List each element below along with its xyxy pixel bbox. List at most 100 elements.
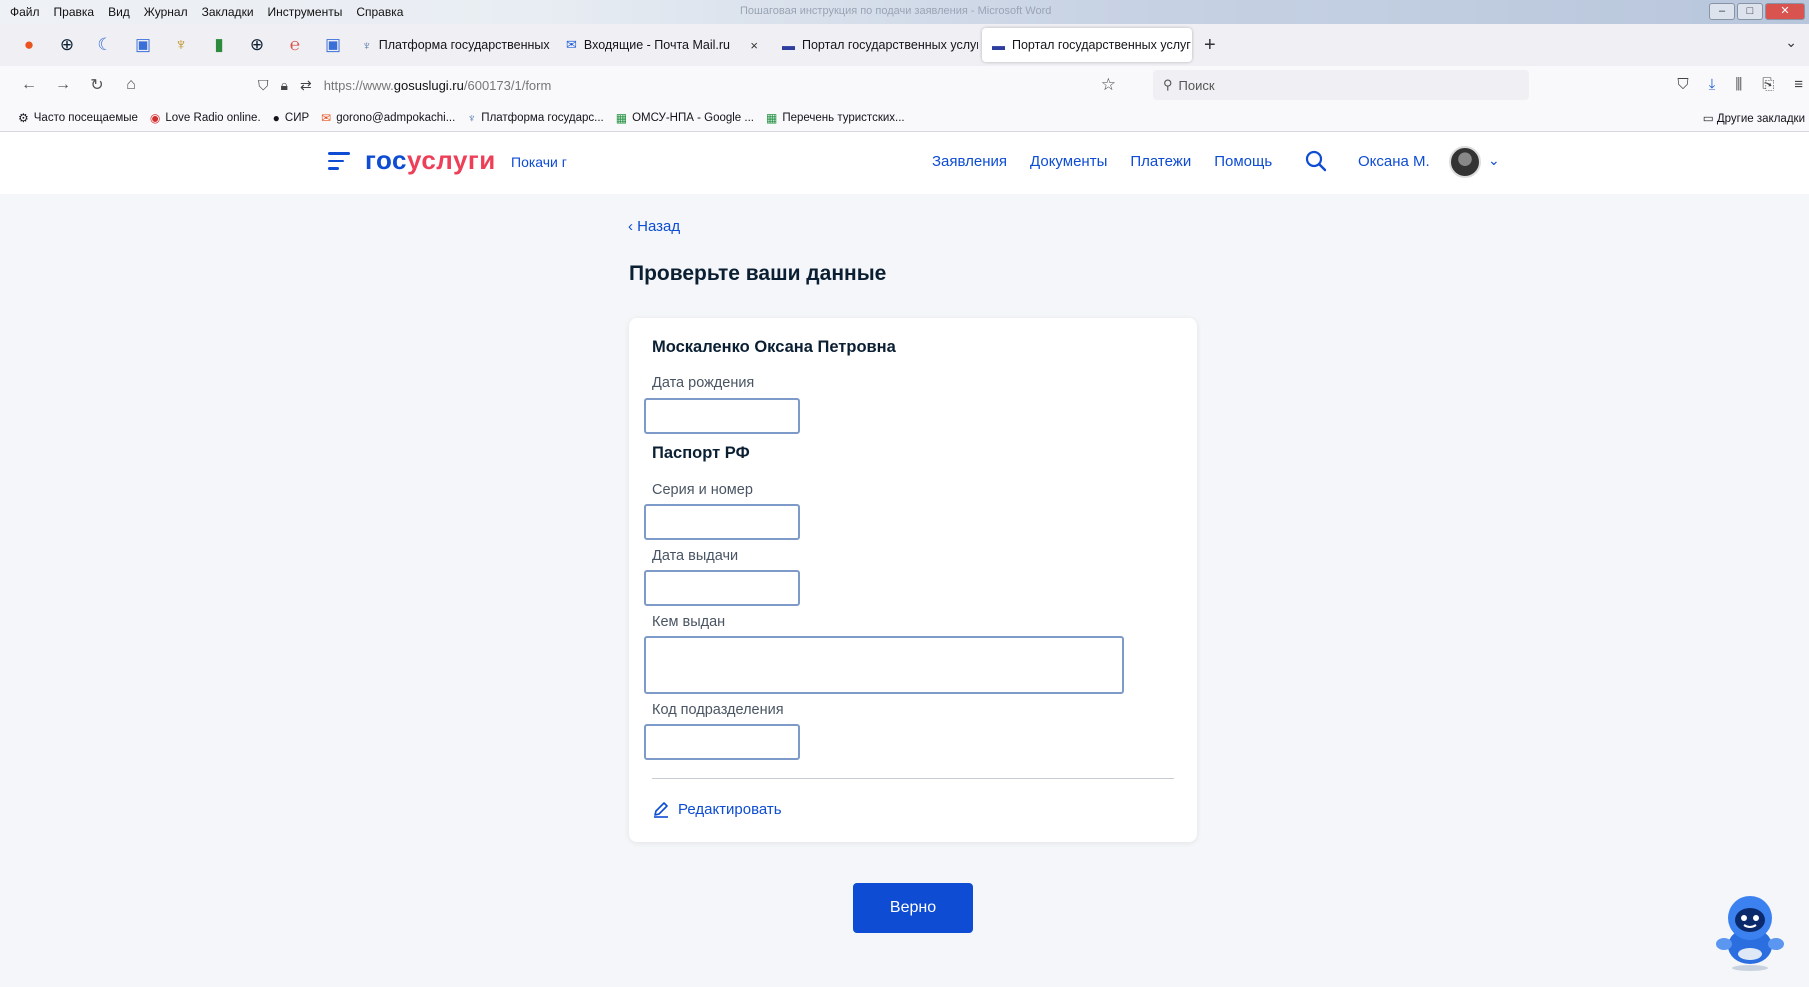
series-number-field[interactable]: [644, 504, 800, 540]
pocket-icon[interactable]: ⛉: [1677, 76, 1688, 93]
address-bar[interactable]: ⛉ 🔒︎ ⇄ https://www. gosuslugi.ru/600173/1…: [258, 70, 1116, 100]
pinned-c-icon[interactable]: ☾: [86, 24, 124, 66]
search-icon[interactable]: [1305, 150, 1327, 172]
issue-date-field[interactable]: [644, 570, 800, 606]
tab-platform[interactable]: ♆ Платформа государственных ×: [352, 28, 552, 62]
pinned-globe-icon[interactable]: ⊕: [48, 24, 86, 66]
menu-icon[interactable]: ≡: [1794, 76, 1803, 93]
data-card: Москаленко Оксана Петровна Дата рождения…: [629, 318, 1197, 842]
site-header: госуслуги Покачи г Заявления Документы П…: [0, 132, 1809, 194]
bookmark-gorono[interactable]: ✉ gorono@admpokachi...: [321, 111, 455, 125]
home-icon[interactable]: ⌂: [114, 76, 148, 94]
region-selector[interactable]: Покачи г: [511, 154, 567, 170]
bookmark-star-icon[interactable]: ☆: [1101, 75, 1116, 95]
burger-menu-icon[interactable]: [328, 152, 350, 172]
issued-by-label: Кем выдан: [652, 614, 726, 630]
bookmark-omsu[interactable]: ▦ ОМСУ-НПА - Google ...: [616, 111, 754, 125]
edit-link[interactable]: Редактировать: [652, 800, 782, 818]
reload-icon[interactable]: ↻: [80, 75, 114, 95]
other-bookmarks[interactable]: ▭ Другие закладки: [1703, 111, 1805, 125]
nav-documents[interactable]: Документы: [1030, 153, 1107, 170]
shield-icon[interactable]: ⛉: [258, 77, 269, 94]
menu-tools[interactable]: Инструменты: [268, 5, 343, 19]
issue-date-label: Дата выдачи: [652, 548, 739, 564]
firefox-icon[interactable]: ●: [10, 24, 48, 66]
flag-icon: ▬: [992, 37, 1005, 53]
pinned-square2-icon[interactable]: ▣: [314, 24, 352, 66]
eagle-icon: ♆: [362, 37, 372, 53]
pinned-green-icon[interactable]: ▮: [200, 24, 238, 66]
pinned-eagle-icon[interactable]: ♆: [162, 24, 200, 66]
sheets-icon: ▦: [766, 110, 778, 125]
bookmark-frequent[interactable]: ⚙ Часто посещаемые: [18, 111, 138, 125]
download-icon[interactable]: ⤓: [1709, 76, 1716, 93]
close-window-icon[interactable]: ✕: [1765, 3, 1805, 20]
bookmark-tourist[interactable]: ▦ Перечень туристских...: [766, 111, 905, 125]
bookmark-sir[interactable]: ● СИР: [273, 111, 310, 125]
menu-help[interactable]: Справка: [356, 5, 403, 19]
menu-file[interactable]: Файл: [10, 5, 40, 19]
tab-list-chevron-icon[interactable]: ⌄: [1785, 34, 1797, 51]
lock-icon[interactable]: 🔒︎: [281, 77, 288, 94]
back-arrow-icon[interactable]: ←: [12, 76, 46, 94]
nav-applications[interactable]: Заявления: [932, 153, 1007, 170]
url-path: /600173/1/form: [463, 77, 552, 93]
chevron-left-icon: ‹: [628, 218, 638, 235]
header-nav: Заявления Документы Платежи Помощь: [932, 153, 1272, 170]
issued-by-field[interactable]: [644, 636, 1124, 694]
page-title: Проверьте ваши данные: [629, 262, 887, 285]
pinned-square-icon[interactable]: ▣: [124, 24, 162, 66]
bookmarks-bar: ⚙ Часто посещаемые ◉ Love Radio online. ● С…: [0, 104, 1809, 132]
avatar[interactable]: [1449, 146, 1481, 178]
tab-mail[interactable]: ✉ Входящие - Почта Mail.ru ×: [556, 28, 768, 62]
back-link[interactable]: ‹ Назад: [628, 218, 680, 235]
sheets-icon: ▦: [615, 110, 628, 125]
passport-section-title: Паспорт РФ: [652, 444, 750, 462]
nav-payments[interactable]: Платежи: [1130, 153, 1191, 170]
tab-label: Портал государственных услуг: [802, 38, 978, 52]
new-tab-button[interactable]: +: [1204, 34, 1216, 57]
user-name[interactable]: Оксана М.: [1358, 153, 1430, 170]
window-menu-bar: Файл Правка Вид Журнал Закладки Инструме…: [0, 0, 1809, 24]
url-host: gosuslugi.ru: [393, 77, 464, 93]
bookmark-label: ОМСУ-НПА - Google ...: [632, 111, 754, 124]
pinned-e-icon[interactable]: ℮: [276, 24, 314, 66]
birth-date-field[interactable]: [644, 398, 800, 434]
url-prefix: https://www.: [323, 77, 394, 93]
bookmark-label: СИР: [284, 111, 310, 124]
bookmark-label: Love Radio online.: [165, 111, 261, 124]
circle-icon: ●: [272, 110, 280, 125]
menu-history[interactable]: Журнал: [144, 5, 188, 19]
close-tab-icon[interactable]: ×: [750, 38, 758, 53]
series-number-label: Серия и номер: [652, 482, 753, 498]
tab-gosuslugi-1[interactable]: ▬ Портал государственных услуг ×: [772, 28, 978, 62]
minimize-icon[interactable]: –: [1709, 3, 1735, 20]
tab-gosuslugi-active[interactable]: ▬ Портал государственных услуг ×: [982, 28, 1192, 62]
mail-icon: ✉: [566, 37, 577, 52]
bookmark-love-radio[interactable]: ◉ Love Radio online.: [150, 111, 261, 125]
confirm-button[interactable]: Верно: [853, 883, 973, 933]
maximize-icon[interactable]: □: [1737, 3, 1763, 20]
division-code-field[interactable]: [644, 724, 800, 760]
bookmark-label: Перечень туристских...: [782, 111, 905, 124]
full-name: Москаленко Оксана Петровна: [652, 338, 896, 356]
forward-arrow-icon[interactable]: →: [46, 76, 80, 94]
gosuslugi-logo[interactable]: госуслуги: [365, 145, 496, 176]
browser-search-input[interactable]: ⚲ Поиск: [1153, 70, 1529, 100]
menu-view[interactable]: Вид: [108, 5, 130, 19]
chevron-down-icon[interactable]: ⌄: [1488, 152, 1500, 169]
menu-bookmarks[interactable]: Закладки: [202, 5, 254, 19]
bookmark-platform[interactable]: ♆ Платформа государс...: [467, 111, 603, 125]
robot-assistant-icon[interactable]: [1712, 888, 1788, 972]
toolbar-right: ⛉ ⤓ ⫼ ⎘ ≡: [1677, 76, 1803, 93]
menu-edit[interactable]: Правка: [54, 5, 95, 19]
permissions-icon[interactable]: ⇄: [300, 77, 312, 94]
browser-tab-bar: ● ⊕ ☾ ▣ ♆ ▮ ⊕ ℮ ▣ ♆ Платформа государств…: [0, 24, 1809, 66]
bookmark-label: Платформа государс...: [481, 111, 604, 124]
nav-help[interactable]: Помощь: [1214, 153, 1272, 170]
library-icon[interactable]: ⫼: [1735, 76, 1742, 93]
divider: [652, 778, 1174, 779]
search-icon: ⚲: [1163, 77, 1173, 92]
sync-icon[interactable]: ⎘: [1762, 76, 1774, 93]
pinned-globe2-icon[interactable]: ⊕: [238, 24, 276, 66]
